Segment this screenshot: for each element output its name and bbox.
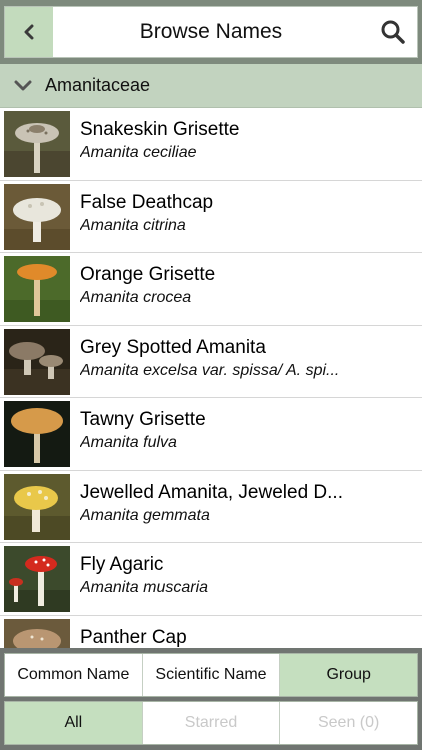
sort-group-tab[interactable]: Group — [280, 654, 418, 696]
list-item[interactable]: Tawny Grisette Amanita fulva — [0, 398, 422, 471]
list-item[interactable]: Panther Cap — [0, 616, 422, 648]
mushroom-thumbnail — [4, 111, 70, 177]
scientific-name: Amanita gemmata — [80, 506, 210, 524]
section-label: Amanitaceae — [45, 75, 151, 95]
list-item[interactable]: Grey Spotted Amanita Amanita excelsa var… — [0, 326, 422, 398]
scientific-name: Amanita excelsa var. spissa/ A. spi... — [80, 361, 340, 379]
common-name: Tawny Grisette — [80, 409, 206, 430]
species-list[interactable]: Snakeskin Grisette Amanita ceciliae Fals… — [0, 108, 422, 648]
page-title: Browse Names — [139, 20, 283, 43]
list-item[interactable]: Snakeskin Grisette Amanita ceciliae — [0, 108, 422, 181]
section-header-amanitaceae[interactable]: Amanitaceae — [0, 64, 422, 108]
scientific-name: Amanita crocea — [80, 289, 192, 306]
search-button[interactable] — [369, 7, 417, 57]
header-bar: Browse Names — [4, 6, 418, 58]
mushroom-thumbnail — [4, 328, 70, 395]
common-name: Orange Grisette — [80, 264, 216, 285]
scientific-name: Amanita citrina — [80, 216, 186, 234]
common-name: Snakeskin Grisette — [80, 119, 240, 140]
common-name: Panther Cap — [80, 626, 187, 648]
mushroom-thumbnail — [4, 256, 70, 322]
sort-segmented-control: Common Name Scientific Name Group — [4, 653, 418, 697]
list-item[interactable]: Orange Grisette Amanita crocea — [0, 253, 422, 326]
mushroom-thumbnail — [4, 401, 70, 467]
mushroom-thumbnail — [4, 183, 70, 250]
navigation-bar: Browse Names — [0, 0, 422, 64]
common-name: Grey Spotted Amanita — [80, 336, 266, 358]
common-name: False Deathcap — [80, 191, 214, 213]
mushroom-thumbnail — [4, 473, 70, 540]
filter-seen-tab[interactable]: Seen (0) — [280, 702, 417, 744]
mushroom-thumbnail — [4, 546, 70, 612]
chevron-left-icon — [24, 24, 34, 40]
scientific-name: Amanita fulva — [80, 434, 177, 451]
common-name: Fly Agaric — [80, 554, 164, 575]
scientific-name: Amanita ceciliae — [80, 144, 197, 161]
scientific-name: Amanita muscaria — [80, 579, 209, 596]
back-button[interactable] — [5, 7, 53, 57]
mushroom-thumbnail — [4, 618, 70, 648]
list-item[interactable]: Jewelled Amanita, Jeweled D... Amanita g… — [0, 471, 422, 543]
list-item[interactable]: False Deathcap Amanita citrina — [0, 181, 422, 253]
filter-all-tab[interactable]: All — [5, 702, 143, 744]
bottom-controls: Common Name Scientific Name Group All St… — [0, 648, 422, 750]
list-item[interactable]: Fly Agaric Amanita muscaria — [0, 543, 422, 616]
common-name: Jewelled Amanita, Jeweled D... — [80, 481, 343, 503]
sort-common-name-tab[interactable]: Common Name — [5, 654, 143, 696]
search-icon — [381, 20, 405, 44]
filter-segmented-control: All Starred Seen (0) — [4, 701, 418, 745]
sort-scientific-name-tab[interactable]: Scientific Name — [143, 654, 281, 696]
chevron-down-icon — [14, 80, 32, 92]
filter-starred-tab[interactable]: Starred — [143, 702, 281, 744]
